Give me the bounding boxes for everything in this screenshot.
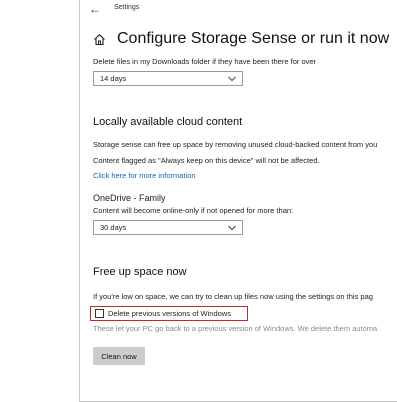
chevron-down-icon <box>228 225 236 231</box>
cloud-content-heading: Locally available cloud content <box>93 116 243 128</box>
home-icon <box>94 34 105 46</box>
clean-now-button[interactable]: Clean now <box>93 347 145 365</box>
back-arrow-icon[interactable]: ← <box>89 2 103 16</box>
onedrive-days-value: 30 days <box>100 223 127 232</box>
screenshot: ← Settings Configure Storage Sense or ru… <box>0 0 397 402</box>
delete-previous-windows-checkbox[interactable] <box>95 309 104 318</box>
onedrive-description: Content will become online-only if not o… <box>93 206 294 215</box>
free-up-space-heading: Free up space now <box>93 266 187 278</box>
downloads-days-dropdown[interactable]: 14 days <box>93 71 243 86</box>
window-title: Settings <box>114 4 140 11</box>
downloads-days-value: 14 days <box>100 74 127 83</box>
delete-previous-windows-label: Delete previous versions of Windows <box>108 309 231 318</box>
downloads-label: Delete files in my Downloads folder if t… <box>93 57 317 66</box>
free-up-description: If you're low on space, we can try to cl… <box>93 292 373 301</box>
previous-versions-note: These let your PC go back to a previous … <box>93 324 378 333</box>
delete-previous-windows-option[interactable]: Delete previous versions of Windows <box>90 306 248 321</box>
chevron-down-icon <box>228 76 236 82</box>
onedrive-account-label: OneDrive - Family <box>93 193 166 203</box>
more-information-link[interactable]: Click here for more information <box>93 171 196 180</box>
cloud-description: Storage sense can free up space by remov… <box>93 140 378 149</box>
cloud-note: Content flagged as "Always keep on this … <box>93 156 320 165</box>
page-title: Configure Storage Sense or run it now <box>117 30 390 47</box>
onedrive-days-dropdown[interactable]: 30 days <box>93 220 243 235</box>
settings-window: ← Settings Configure Storage Sense or ru… <box>79 0 397 402</box>
